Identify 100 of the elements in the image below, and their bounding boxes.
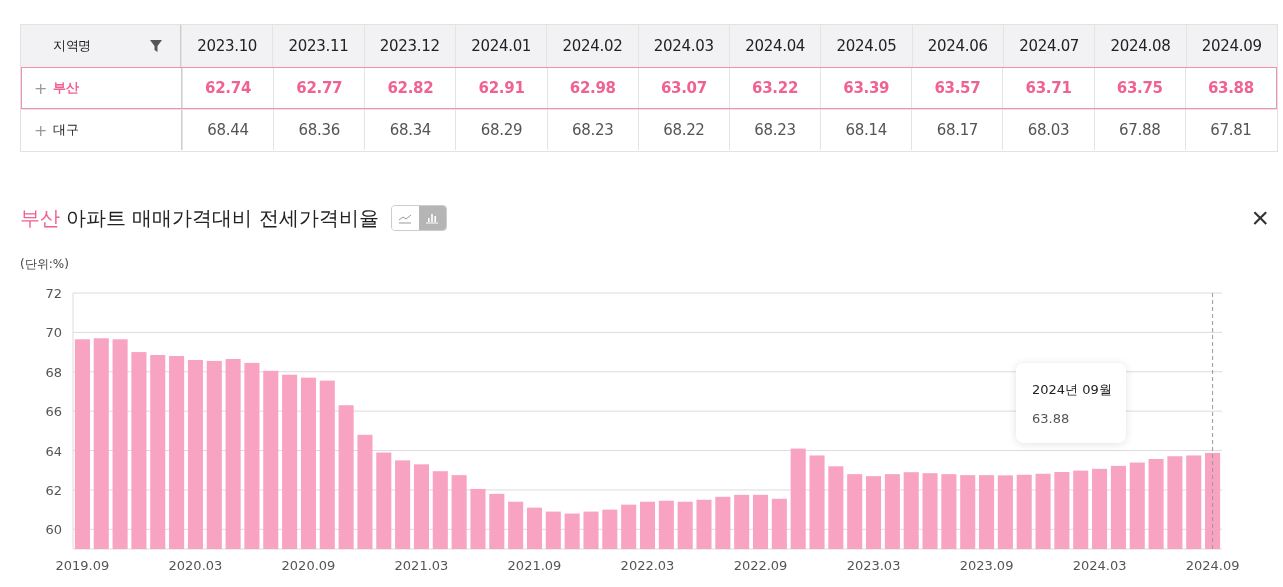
bar[interactable]	[1092, 468, 1108, 549]
bar[interactable]	[658, 500, 674, 549]
bar[interactable]	[225, 358, 241, 549]
bar[interactable]	[338, 405, 354, 549]
bar[interactable]	[809, 455, 825, 549]
bar[interactable]	[771, 498, 787, 549]
bar[interactable]	[1016, 474, 1032, 549]
bar[interactable]	[583, 511, 599, 549]
y-axis-label: 60	[45, 522, 62, 538]
bar[interactable]	[997, 475, 1013, 549]
table-cell: 68.36	[273, 110, 365, 150]
bar[interactable]	[715, 496, 731, 549]
table-cell: 68.17	[911, 110, 1003, 150]
table-row[interactable]: + 부산 62.74 62.77 62.82 62.91 62.98 63.07 63.22 63.39 63.57 63.71 63.75 63.88	[21, 67, 1277, 109]
table-cell: 68.23	[546, 110, 638, 150]
x-axis-label: 2024.09	[1185, 558, 1240, 573]
column-header: 2024.03	[637, 25, 729, 67]
bar[interactable]	[790, 448, 806, 549]
bar[interactable]	[1167, 456, 1183, 549]
y-axis-label: 64	[45, 443, 62, 459]
bar[interactable]	[545, 511, 561, 549]
bar[interactable]	[677, 501, 693, 549]
bar[interactable]	[451, 475, 467, 549]
bar[interactable]	[941, 474, 957, 549]
x-axis-label: 2024.03	[1072, 558, 1127, 573]
bar[interactable]	[903, 472, 919, 549]
bar[interactable]	[979, 475, 995, 549]
x-axis-label: 2021.03	[394, 558, 449, 573]
bar[interactable]	[413, 464, 429, 549]
bar[interactable]	[489, 493, 505, 549]
bar[interactable]	[602, 509, 618, 549]
chart-title: 아파트 매매가격대비 전세가격비율	[66, 204, 379, 232]
bar[interactable]	[526, 507, 542, 549]
bar[interactable]	[93, 338, 109, 549]
bar[interactable]	[263, 370, 279, 549]
bar[interactable]	[621, 504, 637, 549]
column-header: 2024.08	[1094, 25, 1186, 67]
x-axis-label: 2022.03	[620, 558, 675, 573]
table-cell: 68.14	[820, 110, 912, 150]
bar[interactable]	[395, 460, 411, 549]
bar[interactable]	[564, 513, 580, 549]
bar[interactable]	[1073, 470, 1089, 549]
bar[interactable]	[1110, 465, 1126, 549]
bar[interactable]	[300, 377, 316, 549]
bar[interactable]	[282, 374, 298, 549]
bar[interactable]	[696, 499, 712, 549]
column-header: 2023.11	[272, 25, 364, 67]
bar[interactable]	[1054, 472, 1070, 549]
region-name: 부산	[53, 79, 79, 97]
bar-chart-button[interactable]	[418, 206, 446, 230]
table-cell: 63.88	[1184, 68, 1276, 108]
y-axis-label: 66	[45, 404, 62, 420]
bar-chart-icon	[425, 212, 440, 224]
column-header: 2023.10	[181, 25, 273, 67]
bar[interactable]	[1186, 455, 1202, 549]
column-header: 2024.01	[455, 25, 547, 67]
bar[interactable]	[74, 339, 90, 549]
table-cell: 63.57	[911, 68, 1003, 108]
bar[interactable]	[376, 452, 392, 549]
bar[interactable]	[508, 501, 524, 549]
bar[interactable]	[169, 356, 185, 549]
bar[interactable]	[112, 339, 128, 549]
y-axis-label: 62	[45, 482, 62, 498]
table-cell: 67.88	[1093, 110, 1185, 150]
bar[interactable]	[432, 471, 448, 549]
bar[interactable]	[470, 488, 486, 549]
column-header: 2024.04	[729, 25, 821, 67]
tooltip-date: 2024년 09월	[1032, 380, 1113, 399]
expand-toggle[interactable]: +	[34, 120, 48, 140]
expand-toggle[interactable]: +	[34, 78, 48, 98]
bar[interactable]	[1148, 459, 1164, 549]
bar[interactable]	[960, 475, 976, 549]
bar[interactable]	[319, 380, 335, 549]
bar[interactable]	[187, 359, 203, 549]
bar[interactable]	[1205, 452, 1221, 549]
table-cell: 68.44	[182, 110, 274, 150]
bar[interactable]	[357, 434, 373, 549]
bar[interactable]	[884, 474, 900, 549]
bar[interactable]	[150, 355, 166, 549]
bar[interactable]	[866, 476, 882, 549]
bar[interactable]	[639, 501, 656, 549]
bar[interactable]	[828, 466, 844, 549]
table-cell: 62.74	[182, 68, 274, 108]
filter-icon[interactable]	[150, 40, 162, 52]
unit-label: (단위:%)	[20, 256, 70, 273]
bar[interactable]	[1035, 473, 1051, 549]
bar[interactable]	[847, 474, 863, 549]
bar[interactable]	[734, 494, 750, 549]
table-cell: 68.34	[364, 110, 456, 150]
bar[interactable]	[753, 494, 769, 549]
region-name: 대구	[53, 121, 79, 139]
bar[interactable]	[244, 362, 260, 549]
bar[interactable]	[206, 360, 222, 549]
x-axis-label: 2022.09	[733, 558, 788, 573]
bar[interactable]	[1129, 462, 1145, 549]
table-cell: 67.81	[1184, 110, 1276, 150]
close-button[interactable]: ×	[1247, 204, 1273, 232]
bar[interactable]	[131, 352, 147, 549]
table-row[interactable]: + 대구 68.44 68.36 68.34 68.29 68.23 68.22 68.23 68.14 68.17 68.03 67.88 67.81	[21, 109, 1277, 151]
bar[interactable]	[922, 473, 938, 549]
